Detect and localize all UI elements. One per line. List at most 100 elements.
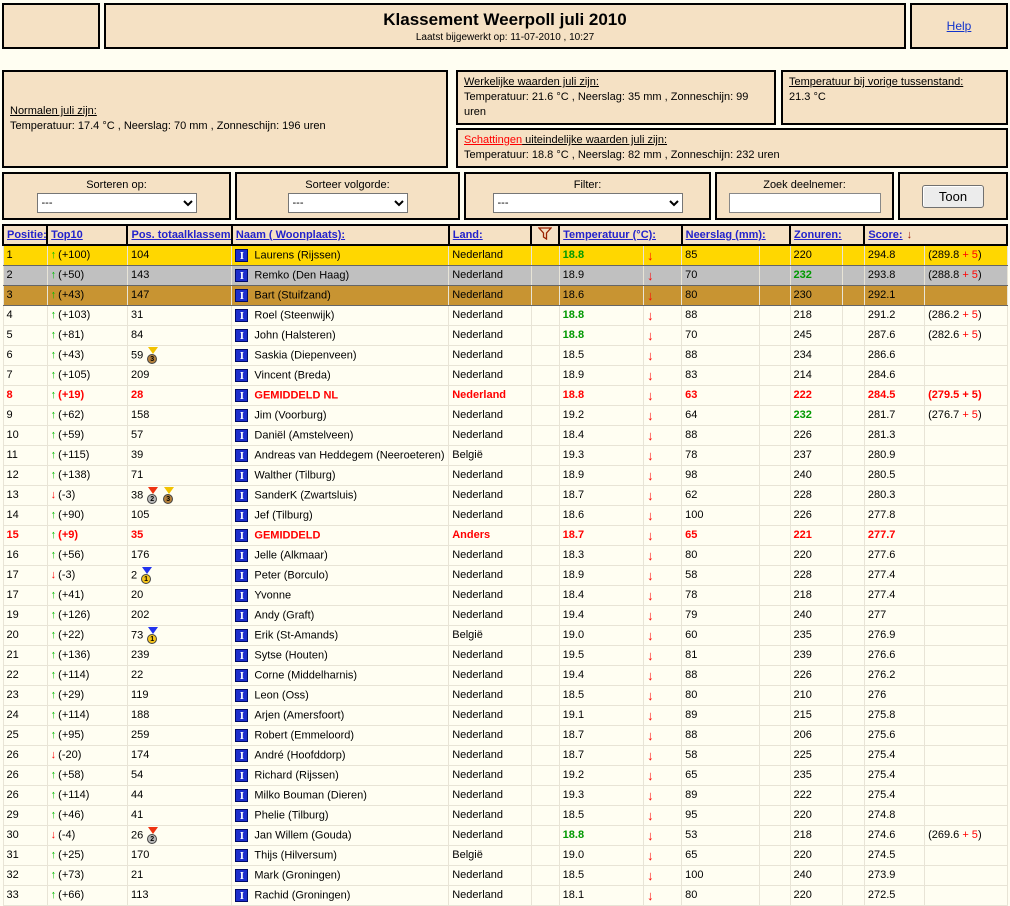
- sort-neerslag-link[interactable]: Neerslag (mm):: [686, 229, 766, 241]
- info-icon[interactable]: I: [235, 728, 249, 742]
- info-icon[interactable]: I: [235, 468, 249, 482]
- land-cell: Nederland: [448, 804, 532, 826]
- info-icon[interactable]: I: [235, 688, 249, 702]
- sort-pos-totaal-link[interactable]: Pos. totaalklassement:: [131, 229, 229, 241]
- position-change: (-20): [58, 749, 82, 761]
- info-icon[interactable]: I: [235, 528, 249, 542]
- land-cell: België: [448, 624, 532, 646]
- search-input[interactable]: [728, 193, 881, 214]
- naam-cell: I Rachid (Groningen): [231, 884, 450, 906]
- info-icon[interactable]: I: [235, 628, 249, 642]
- score-breakdown-cell: [924, 584, 1008, 606]
- score-breakdown-cell: [924, 284, 1008, 306]
- position-change: (+90): [58, 509, 85, 521]
- info-icon[interactable]: I: [235, 708, 249, 722]
- info-icon[interactable]: I: [235, 268, 249, 282]
- score-bonus: + 5: [962, 269, 978, 281]
- score-breakdown-cell: [924, 464, 1008, 486]
- info-icon[interactable]: I: [235, 488, 249, 502]
- previous-standing-box: Temperatuur bij vorige tussenstand: 21.3…: [781, 70, 1008, 125]
- zonuren-cell: 210: [789, 684, 843, 706]
- info-icon[interactable]: I: [235, 828, 249, 842]
- pos-totaal-value: 35: [130, 529, 144, 541]
- zonuren-cell: 234: [789, 344, 843, 366]
- controls-bar: Sorteren op: --- Sorteer volgorde: --- F…: [2, 172, 1008, 220]
- sort-order-select[interactable]: ---: [287, 193, 408, 214]
- naam-cell: I Saskia (Diepenveen): [231, 344, 450, 366]
- temp-down-arrow-icon: ↓: [646, 787, 654, 803]
- info-icon[interactable]: I: [235, 608, 249, 622]
- score-breakdown-cell: [924, 784, 1008, 806]
- temp-trend-cell: ↓: [642, 244, 683, 266]
- land-filter-cell: [530, 344, 560, 366]
- temp-down-arrow-icon: ↓: [646, 587, 654, 603]
- info-icon[interactable]: I: [235, 388, 249, 402]
- sort-top10-link[interactable]: Top10: [51, 229, 83, 241]
- actual-values-label: Werkelijke waarden juli zijn:: [464, 76, 599, 88]
- score-breakdown-cell: [924, 864, 1008, 886]
- sort-by-select[interactable]: ---: [36, 193, 197, 214]
- info-icon[interactable]: I: [235, 288, 249, 302]
- temp-trend-cell: ↓: [642, 604, 683, 626]
- info-icon[interactable]: I: [235, 648, 249, 662]
- sort-temperatuur-link[interactable]: Temperatuur (°C):: [563, 229, 656, 241]
- score-cell: 280.5: [863, 464, 926, 486]
- funnel-icon[interactable]: [537, 227, 553, 241]
- positie-cell: 1: [2, 244, 48, 266]
- neerslag-trend-cell: [759, 624, 791, 646]
- info-icon[interactable]: I: [235, 428, 249, 442]
- land-cell: Nederland: [448, 764, 532, 786]
- neerslag-cell: 95: [681, 804, 761, 826]
- position-change: (+95): [58, 729, 85, 741]
- info-icon[interactable]: I: [235, 368, 249, 382]
- help-link[interactable]: Help: [947, 19, 972, 33]
- position-change: (+25): [58, 849, 85, 861]
- naam-cell: I Jelle (Alkmaar): [231, 544, 450, 566]
- info-icon[interactable]: I: [235, 768, 249, 782]
- info-icon[interactable]: I: [235, 548, 249, 562]
- info-icon[interactable]: I: [235, 328, 249, 342]
- temp-down-arrow-icon: ↓: [646, 387, 654, 403]
- info-icon[interactable]: I: [235, 448, 249, 462]
- info-icon[interactable]: I: [235, 788, 249, 802]
- top10-cell: ↑ (+43): [46, 284, 128, 306]
- info-icon[interactable]: I: [235, 248, 249, 262]
- info-icon[interactable]: I: [235, 588, 249, 602]
- sort-naam-link[interactable]: Naam ( Woonplaats):: [236, 229, 345, 241]
- land-cell: België: [448, 844, 532, 866]
- position-change: (+41): [58, 589, 85, 601]
- info-icon[interactable]: I: [235, 868, 249, 882]
- land-cell: Nederland: [448, 644, 532, 666]
- info-icon[interactable]: I: [235, 668, 249, 682]
- pos-totaal-value: 119: [130, 689, 149, 701]
- show-button[interactable]: Toon: [921, 184, 985, 208]
- naam-cell: I Andy (Graft): [231, 604, 450, 626]
- info-icon[interactable]: I: [235, 508, 249, 522]
- sort-score-link[interactable]: Score:: [868, 229, 902, 241]
- filter-select[interactable]: ---: [492, 193, 683, 214]
- info-icon[interactable]: I: [235, 568, 249, 582]
- positie-cell: 26: [2, 744, 48, 766]
- score-breakdown-cell: (289.8 + 5): [924, 244, 1008, 266]
- info-icon[interactable]: I: [235, 888, 249, 902]
- temp-trend-cell: ↓: [642, 364, 683, 386]
- info-icon[interactable]: I: [235, 748, 249, 762]
- sort-land-link[interactable]: Land:: [453, 229, 483, 241]
- score-breakdown-cell: [924, 604, 1008, 626]
- top10-cell: ↑ (+105): [46, 364, 128, 386]
- score-breakdown-cell: (282.6 + 5): [924, 324, 1008, 346]
- temp-trend-cell: ↓: [642, 324, 683, 346]
- info-icon[interactable]: I: [235, 848, 249, 862]
- score-paren: ): [977, 389, 982, 401]
- sort-zonuren-link[interactable]: Zonuren:: [794, 229, 842, 241]
- info-icon[interactable]: I: [235, 408, 249, 422]
- neerslag-trend-cell: [759, 364, 791, 386]
- info-icon[interactable]: I: [235, 308, 249, 322]
- info-icon[interactable]: I: [235, 348, 249, 362]
- temperatuur-cell: 18.8: [558, 304, 644, 326]
- position-change: (+50): [58, 269, 85, 281]
- sort-positie-link[interactable]: Positie:: [7, 229, 45, 241]
- info-icon[interactable]: I: [235, 808, 249, 822]
- score-cell: 272.5: [863, 884, 926, 906]
- estimates-link[interactable]: Schattingen: [464, 134, 522, 146]
